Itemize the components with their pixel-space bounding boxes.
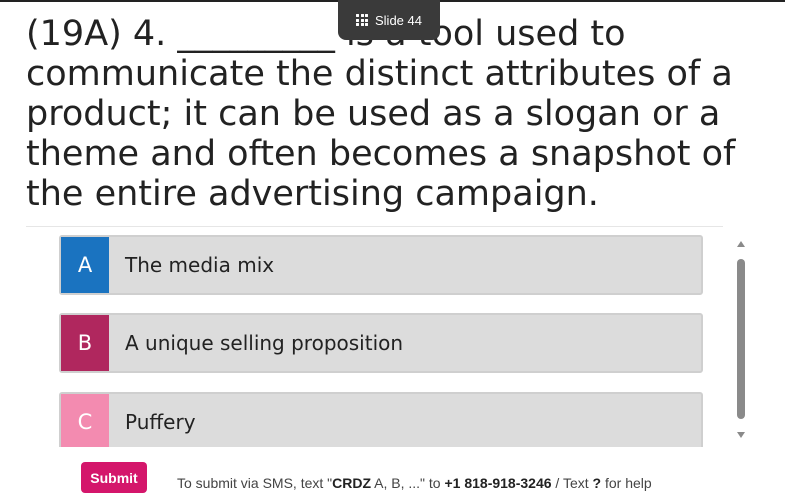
- grid-icon: [356, 14, 368, 26]
- sms-sep: / Text: [551, 475, 593, 491]
- slide-indicator[interactable]: Slide 44: [338, 0, 440, 40]
- scroll-thumb[interactable]: [737, 259, 745, 419]
- option-b[interactable]: B A unique selling proposition: [59, 313, 703, 373]
- scroll-down-icon[interactable]: [737, 432, 745, 438]
- option-a[interactable]: A The media mix: [59, 235, 703, 295]
- slide-label: Slide 44: [375, 12, 422, 28]
- sms-code: CRDZ: [332, 475, 372, 491]
- sms-number: +1 818-918-3246: [444, 475, 552, 491]
- answer-options: A The media mix B A unique selling propo…: [59, 235, 703, 447]
- sms-help: ?: [592, 475, 602, 491]
- sms-prefix: To submit via SMS, text ": [177, 475, 333, 491]
- sms-suffix: for help: [601, 475, 652, 491]
- option-letter: B: [61, 315, 109, 371]
- option-label: The media mix: [125, 253, 275, 277]
- sms-mid: A, B, ..." to: [371, 475, 445, 491]
- option-label: Puffery: [125, 410, 196, 434]
- submit-button[interactable]: Submit: [81, 462, 147, 493]
- option-label: A unique selling proposition: [125, 331, 404, 355]
- sms-instructions: To submit via SMS, text "CRDZ A, B, ..."…: [177, 475, 652, 491]
- question-text: (19A) 4. _________ is a tool used to com…: [26, 14, 736, 214]
- question-divider: [26, 226, 723, 227]
- option-letter: A: [61, 237, 109, 293]
- scroll-up-icon[interactable]: [737, 241, 745, 247]
- options-scrollbar[interactable]: [733, 237, 749, 444]
- option-c[interactable]: C Puffery: [59, 392, 703, 447]
- option-letter: C: [61, 394, 109, 447]
